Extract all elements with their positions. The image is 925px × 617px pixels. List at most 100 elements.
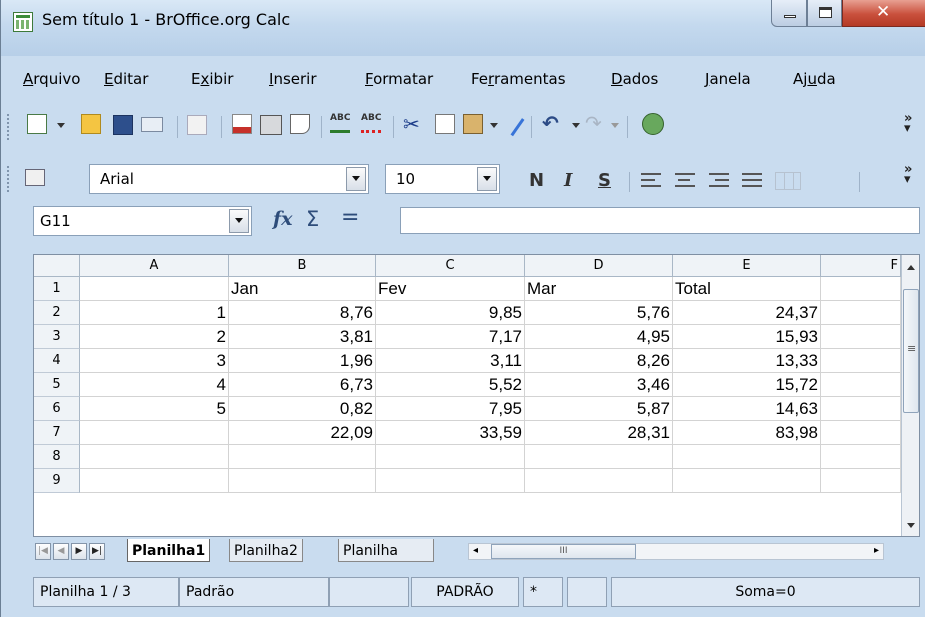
align-right-icon[interactable] — [709, 173, 729, 187]
justify-icon[interactable] — [742, 173, 762, 187]
menu-arquivo[interactable]: Arquivo — [23, 70, 80, 88]
cell-b6[interactable]: 0,82 — [229, 397, 376, 421]
column-header-b[interactable]: B — [229, 255, 376, 277]
chevron-down-icon[interactable] — [229, 209, 249, 233]
column-header-e[interactable]: E — [673, 255, 821, 277]
cell-c2[interactable]: 9,85 — [376, 301, 525, 325]
chevron-down-icon[interactable] — [477, 167, 497, 191]
cell-f7[interactable] — [821, 421, 901, 445]
row-header-7[interactable]: 7 — [34, 421, 80, 445]
cell-e8[interactable] — [673, 445, 821, 469]
cell-e7[interactable]: 83,98 — [673, 421, 821, 445]
cell-b5[interactable]: 6,73 — [229, 373, 376, 397]
menu-formatar[interactable]: Formatar — [365, 70, 433, 88]
cell-b7[interactable]: 22,09 — [229, 421, 376, 445]
cell-e1[interactable]: Total — [673, 277, 821, 301]
cell-c9[interactable] — [376, 469, 525, 493]
cell-c3[interactable]: 7,17 — [376, 325, 525, 349]
underline-button[interactable]: S — [598, 170, 611, 191]
font-size-combo[interactable]: 10 — [385, 164, 500, 194]
cell-c7[interactable]: 33,59 — [376, 421, 525, 445]
cell-d9[interactable] — [525, 469, 673, 493]
cell-c8[interactable] — [376, 445, 525, 469]
row-header-3[interactable]: 3 — [34, 325, 80, 349]
menu-dados[interactable]: Dados — [611, 70, 658, 88]
chevron-down-icon[interactable] — [490, 123, 498, 128]
cell-a1[interactable] — [80, 277, 229, 301]
align-left-icon[interactable] — [641, 173, 661, 187]
select-all-corner[interactable] — [34, 255, 80, 277]
navigator-icon[interactable] — [642, 113, 664, 135]
cell-b2[interactable]: 8,76 — [229, 301, 376, 325]
cell-d6[interactable]: 5,87 — [525, 397, 673, 421]
menu-janela[interactable]: Janela — [705, 70, 751, 88]
italic-button[interactable]: I — [564, 170, 572, 191]
row-header-2[interactable]: 2 — [34, 301, 80, 325]
column-header-a[interactable]: A — [80, 255, 229, 277]
scroll-right-icon[interactable]: ▸ — [874, 545, 879, 556]
row-header-6[interactable]: 6 — [34, 397, 80, 421]
sheet-tab[interactable]: Planilha2 — [229, 539, 303, 562]
column-header-f[interactable]: F — [821, 255, 901, 277]
open-folder-icon[interactable] — [81, 114, 101, 134]
horizontal-scrollbar[interactable]: ◂ III ▸ — [468, 543, 884, 560]
row-header-9[interactable]: 9 — [34, 469, 80, 493]
undo-icon[interactable]: ↶ — [542, 113, 562, 134]
toolbar-overflow-icon[interactable]: » ▾ — [904, 112, 912, 135]
cell-e3[interactable]: 15,93 — [673, 325, 821, 349]
align-center-icon[interactable] — [675, 173, 695, 187]
cell-e2[interactable]: 24,37 — [673, 301, 821, 325]
maximize-button[interactable] — [807, 0, 842, 27]
paste-icon[interactable] — [463, 114, 483, 134]
cell-f2[interactable] — [821, 301, 901, 325]
cell-e9[interactable] — [673, 469, 821, 493]
cell-b1[interactable]: Jan — [229, 277, 376, 301]
email-icon[interactable] — [141, 117, 163, 132]
cell-f4[interactable] — [821, 349, 901, 373]
cell-d3[interactable]: 4,95 — [525, 325, 673, 349]
copy-icon[interactable] — [435, 114, 455, 134]
column-header-d[interactable]: D — [525, 255, 673, 277]
cell-a4[interactable]: 3 — [80, 349, 229, 373]
format-paintbrush-icon[interactable] — [501, 111, 525, 137]
cell-a8[interactable] — [80, 445, 229, 469]
cut-icon[interactable]: ✂ — [403, 114, 423, 134]
status-zoom[interactable] — [329, 577, 409, 607]
toolbar-grip[interactable] — [7, 114, 12, 140]
chevron-down-icon[interactable] — [346, 167, 366, 191]
cell-a2[interactable]: 1 — [80, 301, 229, 325]
row-header-5[interactable]: 5 — [34, 373, 80, 397]
cell-a5[interactable]: 4 — [80, 373, 229, 397]
cell-a3[interactable]: 2 — [80, 325, 229, 349]
status-digital-signature[interactable] — [567, 577, 607, 607]
formula-input[interactable] — [400, 207, 920, 234]
scroll-left-icon[interactable]: ◂ — [473, 545, 478, 556]
cell-c5[interactable]: 5,52 — [376, 373, 525, 397]
menu-exibir[interactable]: Exibir — [191, 70, 233, 88]
sheet-tab[interactable]: Planilha — [338, 539, 434, 562]
spellcheck-icon[interactable]: ABC — [330, 113, 350, 133]
minimize-button[interactable] — [771, 0, 807, 27]
font-name-combo[interactable]: Arial — [89, 164, 369, 194]
row-header-1[interactable]: 1 — [34, 277, 80, 301]
cell-e5[interactable]: 15,72 — [673, 373, 821, 397]
cell-a7[interactable] — [80, 421, 229, 445]
next-sheet-button[interactable]: ▶ — [71, 543, 87, 560]
bold-button[interactable]: N — [529, 170, 544, 191]
chevron-down-icon[interactable] — [572, 123, 580, 128]
page-preview-icon[interactable] — [290, 114, 310, 134]
toolbar-grip[interactable] — [7, 166, 12, 192]
cell-f3[interactable] — [821, 325, 901, 349]
row-header-8[interactable]: 8 — [34, 445, 80, 469]
cell-f5[interactable] — [821, 373, 901, 397]
scroll-down-icon[interactable] — [907, 523, 915, 528]
name-box[interactable]: G11 — [33, 206, 252, 236]
scroll-up-icon[interactable] — [907, 265, 915, 270]
function-equals-icon[interactable]: = — [341, 205, 359, 230]
close-button[interactable]: ✕ — [842, 0, 925, 27]
print-icon[interactable] — [260, 115, 282, 135]
horizontal-scroll-thumb[interactable]: III — [491, 544, 636, 559]
row-header-4[interactable]: 4 — [34, 349, 80, 373]
cell-a9[interactable] — [80, 469, 229, 493]
cell-d1[interactable]: Mar — [525, 277, 673, 301]
